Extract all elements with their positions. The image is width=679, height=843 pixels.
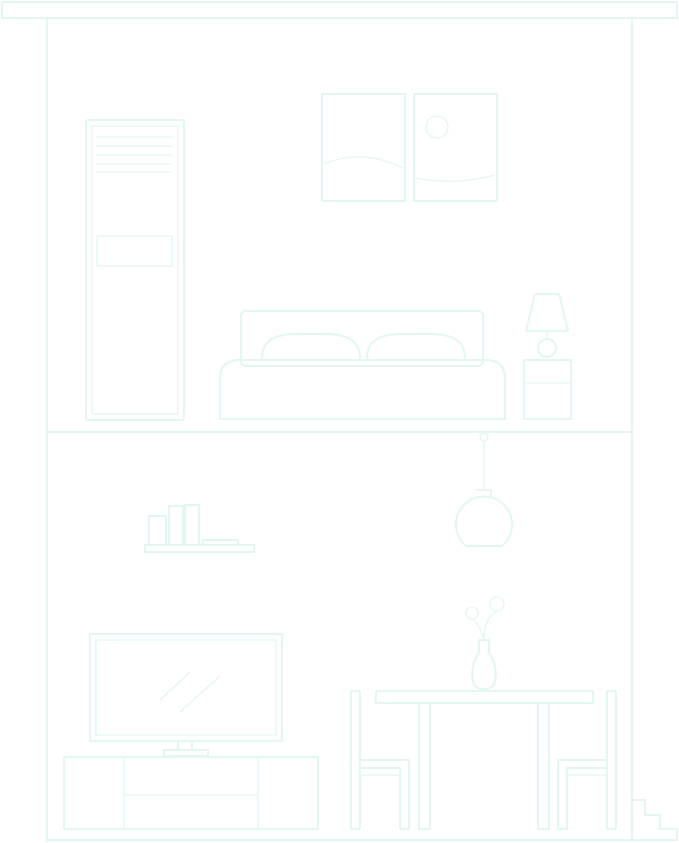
house-illustration: [1, 1, 678, 841]
wardrobe: [85, 119, 185, 421]
books: [148, 504, 239, 546]
roof-slab: [1, 1, 678, 19]
pendant-lamp: [455, 432, 513, 547]
stairs: [631, 799, 678, 841]
tv-cabinet: [63, 756, 319, 830]
picture-frame-right: [413, 93, 498, 202]
dining-chair-right: [557, 690, 617, 830]
double-bed: [219, 310, 506, 420]
television: [89, 633, 283, 757]
dining-chair-left: [350, 690, 410, 830]
table-lamp: [525, 293, 569, 358]
bedside-table: [523, 359, 572, 420]
house-walls: [46, 17, 633, 841]
flower-vase: [465, 596, 505, 690]
wall-shelf: [144, 544, 255, 553]
picture-frame-left: [321, 93, 406, 202]
